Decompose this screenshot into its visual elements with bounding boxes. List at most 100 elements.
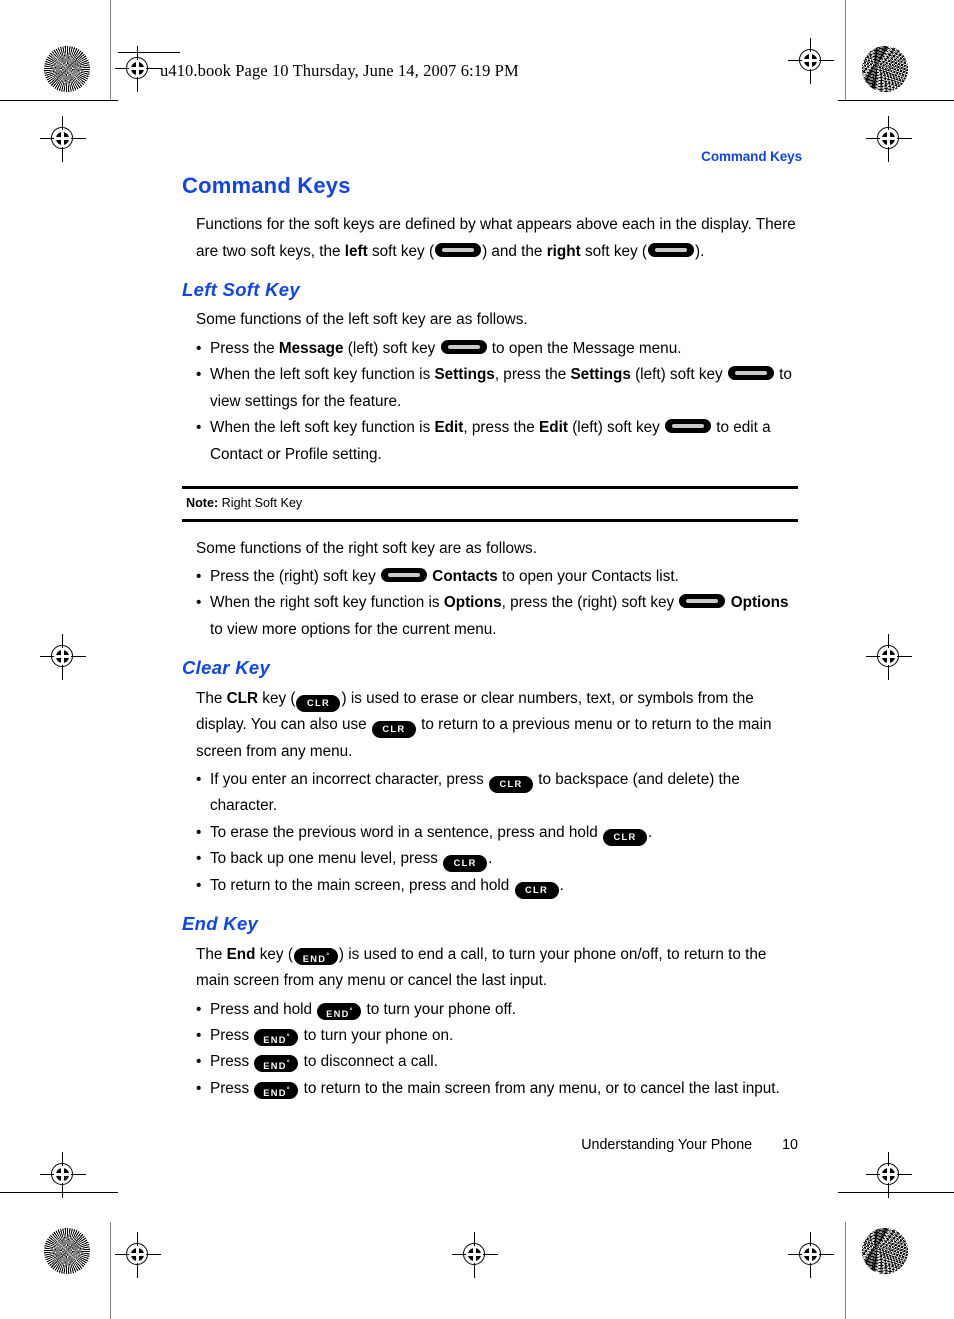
list-item: When the left soft key function is Setti… xyxy=(196,362,798,415)
crosshair-mark-mid-right xyxy=(866,634,912,680)
trim-line-bottom-right xyxy=(838,1192,954,1193)
gutter-line-bottom-left xyxy=(110,1222,111,1319)
right-soft-key-bullet-list: Press the (right) soft key Contacts to o… xyxy=(196,564,798,643)
intro-text-c: soft key ( xyxy=(367,242,435,260)
bullet-text: To return to the main screen, press and … xyxy=(210,876,514,894)
starburst-registration-mark-bottom-left xyxy=(44,1228,90,1274)
bullet-text: If you enter an incorrect character, pre… xyxy=(210,771,489,789)
end-key-power-symbol: ° xyxy=(326,952,330,960)
page-title: Command Keys xyxy=(182,173,351,198)
gutter-line-right xyxy=(845,0,846,100)
bullet-emphasis-contacts: Contacts xyxy=(432,567,498,585)
intro-text-g: ). xyxy=(695,242,705,260)
end-key-power-symbol: ° xyxy=(286,1086,290,1094)
bullet-text: to return to the main screen from any me… xyxy=(299,1079,780,1097)
note-text: Note: Right Soft Key xyxy=(186,495,798,511)
gutter-line-bottom-right xyxy=(845,1222,846,1319)
right-soft-key-lead: Some functions of the right soft key are… xyxy=(196,539,537,557)
bullet-text: Press and hold xyxy=(210,1000,317,1018)
text: The xyxy=(196,945,227,963)
end-key-label: END xyxy=(263,1061,287,1072)
bullet-text: , press the (right) soft key xyxy=(501,594,679,612)
soft-key-glyph xyxy=(648,242,695,257)
list-item: Press the Message (left) soft key to ope… xyxy=(196,336,798,363)
bullet-text: to open your Contacts list. xyxy=(497,567,679,585)
list-item: When the right soft key function is Opti… xyxy=(196,590,798,643)
bullet-text: . xyxy=(488,850,493,868)
gutter-line-left xyxy=(110,0,111,100)
soft-key-glyph xyxy=(665,419,712,434)
list-item: To return to the main screen, press and … xyxy=(196,873,798,900)
end-key-bullet-list: Press and hold END° to turn your phone o… xyxy=(196,997,798,1103)
clr-key-label: CLR xyxy=(613,831,637,842)
crosshair-mark-top-right xyxy=(788,38,834,84)
soft-key-glyph xyxy=(440,339,487,354)
left-soft-key-bullet-list: Press the Message (left) soft key to ope… xyxy=(196,336,798,468)
list-item: To erase the previous word in a sentence… xyxy=(196,820,798,847)
bullet-text: To back up one menu level, press xyxy=(210,850,443,868)
left-soft-key-lead: Some functions of the left soft key are … xyxy=(196,311,528,329)
intro-paragraph: Functions for the soft keys are defined … xyxy=(196,212,798,265)
end-key-label: END xyxy=(263,1087,287,1098)
end-key-power-symbol: ° xyxy=(349,1007,353,1015)
bullet-text: (left) soft key xyxy=(630,366,727,384)
content-column: Command Keys Functions for the soft keys… xyxy=(182,173,798,1103)
text: The xyxy=(196,689,227,707)
bullet-text: When the left soft key function is xyxy=(210,419,435,437)
clr-key-glyph: CLR xyxy=(489,776,534,794)
bullet-emphasis-edit-2: Edit xyxy=(539,419,568,437)
bullet-emphasis-options-2: Options xyxy=(730,594,789,612)
list-item: Press and hold END° to turn your phone o… xyxy=(196,997,798,1024)
end-key-power-symbol: ° xyxy=(286,1034,290,1041)
crosshair-mark-mid-left xyxy=(40,634,86,680)
section-heading-left-soft-key: Left Soft Key xyxy=(182,279,300,301)
text: key ( xyxy=(258,689,296,707)
crosshair-mark-upper-right-side xyxy=(866,116,912,162)
clr-key-label: CLR xyxy=(382,724,406,735)
bullet-text: , press the xyxy=(494,366,571,384)
trim-line-top-right xyxy=(838,100,954,101)
section-heading-end-key: End Key xyxy=(182,913,259,935)
bullet-text: Press xyxy=(210,1079,254,1097)
crosshair-mark-bottom-right xyxy=(788,1232,834,1278)
list-item: If you enter an incorrect character, pre… xyxy=(196,767,798,820)
list-item: Press END° to turn your phone on. xyxy=(196,1023,798,1050)
bullet-text: When the right soft key function is xyxy=(210,594,444,612)
bullet-text: Press the xyxy=(210,339,279,357)
bullet-emphasis-settings-2: Settings xyxy=(570,366,631,384)
end-key-glyph: END° xyxy=(293,947,338,965)
bullet-text: (left) soft key xyxy=(567,419,665,437)
crosshair-mark-bottom-left xyxy=(115,1232,161,1278)
bullet-text: Press the (right) soft key xyxy=(210,567,381,585)
clr-key-label: CLR xyxy=(499,779,523,790)
crosshair-mark-bottom-center xyxy=(452,1232,498,1278)
page-footer: Understanding Your Phone 10 xyxy=(182,1137,798,1153)
running-header: Command Keys xyxy=(701,149,802,164)
trim-line-bottom-left xyxy=(0,1192,118,1193)
bullet-text: , press the xyxy=(463,419,540,437)
bullet-text: Press xyxy=(210,1053,254,1071)
clr-key-glyph: CLR xyxy=(603,828,648,846)
file-stamp-rule xyxy=(118,52,180,53)
list-item: To back up one menu level, press CLR. xyxy=(196,846,798,873)
end-emphasis: End xyxy=(226,945,256,963)
end-key-glyph: END° xyxy=(317,1002,362,1020)
intro-right-emphasis: right xyxy=(546,242,581,260)
bullet-text: to turn your phone off. xyxy=(362,1000,516,1018)
end-key-paragraph: The End key (END°) is used to end a call… xyxy=(196,942,798,995)
crosshair-mark-upper-left-side xyxy=(40,116,86,162)
end-key-glyph: END° xyxy=(254,1055,299,1073)
clr-emphasis: CLR xyxy=(226,689,259,707)
clr-key-glyph: CLR xyxy=(443,855,488,873)
clear-key-paragraph: The CLR key (CLR) is used to erase or cl… xyxy=(196,686,798,765)
bullet-text: To erase the previous word in a sentence… xyxy=(210,823,603,841)
soft-key-glyph xyxy=(727,366,774,381)
clr-key-label: CLR xyxy=(306,697,330,708)
bullet-text: to view more options for the current men… xyxy=(210,620,497,638)
file-stamp: u410.book Page 10 Thursday, June 14, 200… xyxy=(160,61,519,80)
list-item: Press END° to return to the main screen … xyxy=(196,1076,798,1103)
bullet-text: Press xyxy=(210,1027,254,1044)
note-box: Note: Right Soft Key xyxy=(182,486,798,522)
clr-key-glyph: CLR xyxy=(296,694,341,712)
intro-text-f: soft key ( xyxy=(580,242,648,260)
